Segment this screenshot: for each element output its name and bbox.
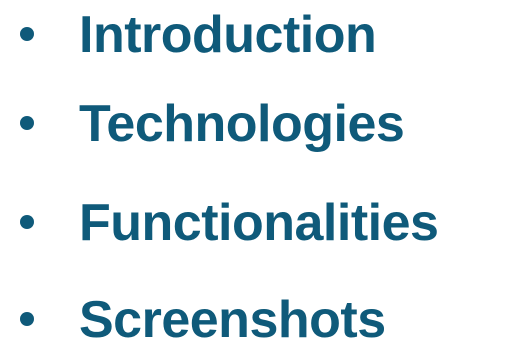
bullet-icon [20, 116, 34, 130]
list-item-label: Screenshots [79, 291, 386, 349]
bullet-icon [20, 215, 34, 229]
list-item-technologies: Technologies [0, 89, 523, 159]
list-item-label: Functionalities [79, 194, 439, 252]
list-item-screenshots: Screenshots [0, 285, 523, 355]
bullet-icon [20, 27, 34, 41]
list-item-label: Introduction [79, 6, 377, 64]
bullet-icon [20, 312, 34, 326]
agenda-list: Introduction Technologies Functionalitie… [0, 0, 523, 349]
list-item-functionalities: Functionalities [0, 188, 523, 258]
list-item-label: Technologies [79, 95, 405, 153]
list-item-introduction: Introduction [0, 0, 523, 70]
